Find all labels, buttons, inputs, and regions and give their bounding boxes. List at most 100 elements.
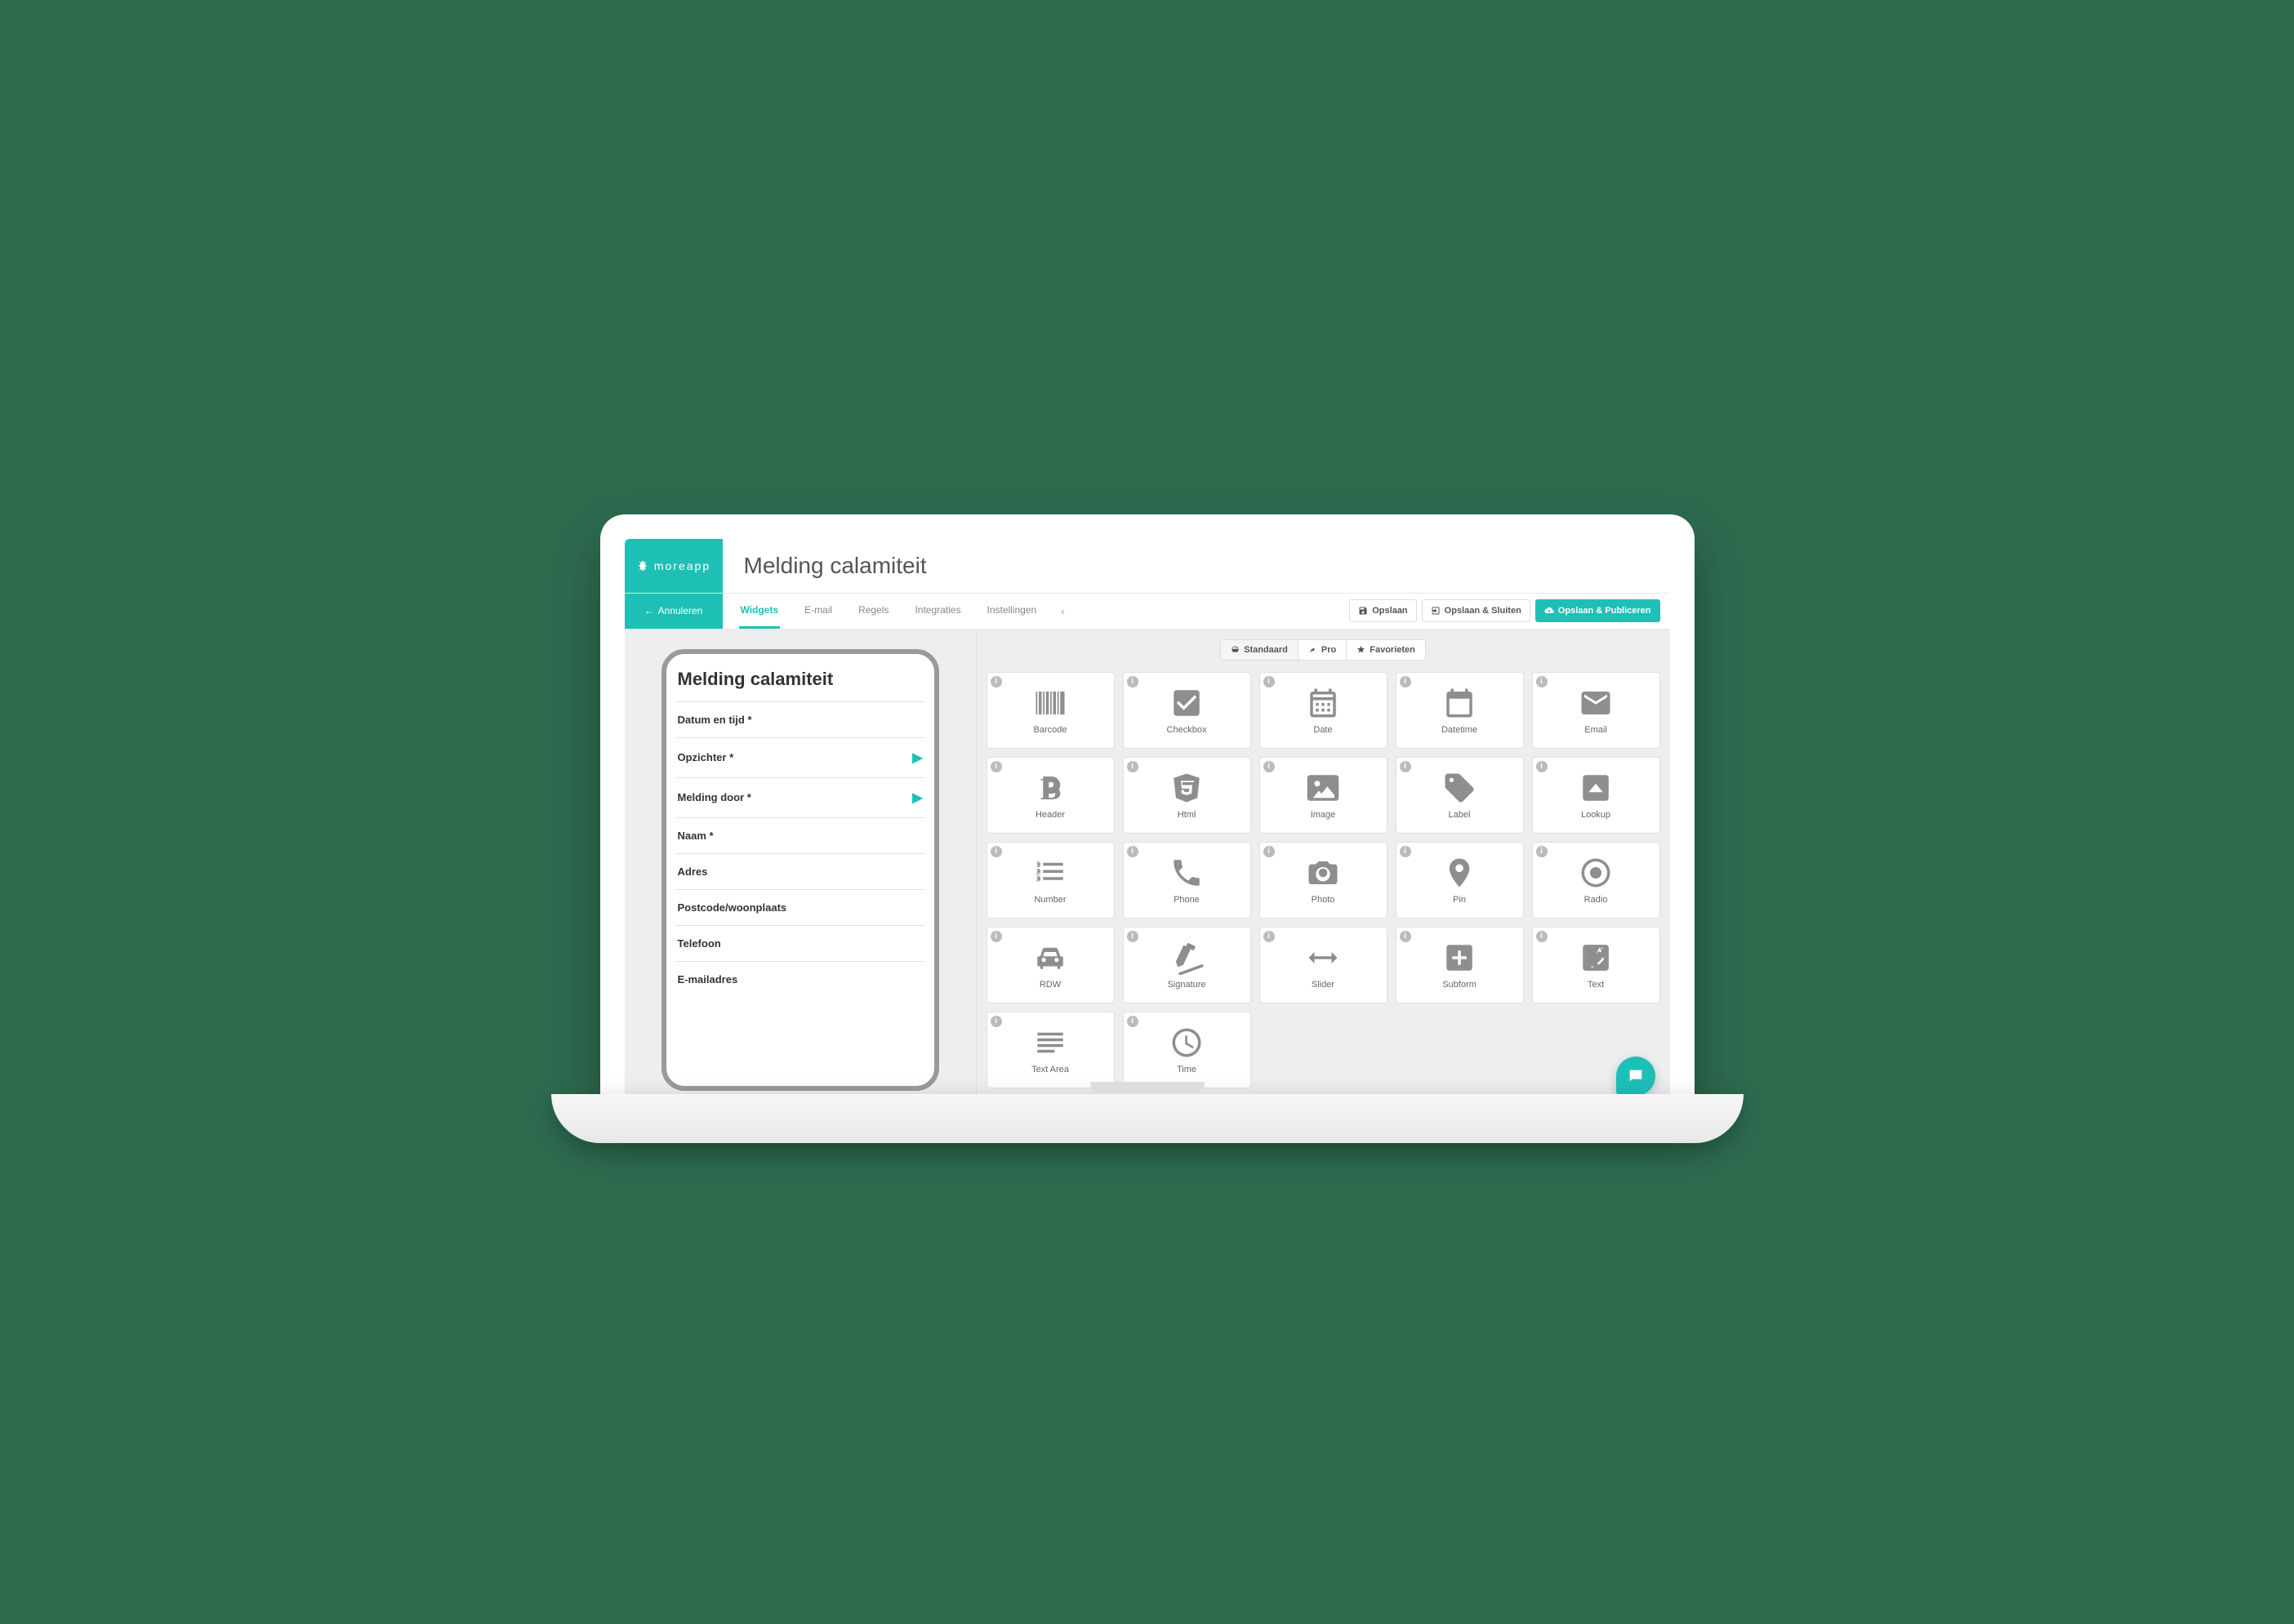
- html-icon: [1169, 771, 1204, 805]
- widget-lookup[interactable]: iLookup: [1532, 757, 1660, 834]
- widget-tab-standard[interactable]: Standaard: [1220, 639, 1298, 661]
- widget-rdw[interactable]: i RDW: [987, 927, 1115, 1003]
- cancel-label: Annuleren: [658, 605, 703, 616]
- page-title: Melding calamiteit: [723, 539, 1670, 593]
- save-publish-button[interactable]: Opslaan & Publiceren: [1535, 599, 1660, 622]
- preview-column: Melding calamiteit Datum en tijd *Opzich…: [625, 630, 976, 1110]
- info-icon[interactable]: i: [1536, 761, 1548, 772]
- widget-email[interactable]: i Email: [1532, 672, 1660, 749]
- info-icon[interactable]: i: [1263, 761, 1275, 772]
- rdw-icon: [1033, 941, 1067, 975]
- widget-number[interactable]: iNumber: [987, 842, 1115, 919]
- info-icon[interactable]: i: [1536, 846, 1548, 857]
- number-icon: [1033, 856, 1067, 890]
- info-icon[interactable]: i: [1263, 846, 1275, 857]
- chat-button[interactable]: [1616, 1057, 1655, 1096]
- widget-datetime[interactable]: iDatetime: [1396, 672, 1524, 749]
- info-icon[interactable]: i: [991, 846, 1002, 857]
- widget-tab-pro[interactable]: Pro: [1298, 639, 1347, 661]
- info-icon[interactable]: i: [1400, 931, 1411, 942]
- info-icon[interactable]: i: [991, 931, 1002, 942]
- tab-email[interactable]: E-mail: [803, 594, 834, 629]
- cancel-button[interactable]: ← Annuleren: [625, 594, 723, 629]
- widget-html[interactable]: iHtml: [1123, 757, 1251, 834]
- form-field[interactable]: Telefoon: [676, 925, 924, 961]
- brand-logo[interactable]: moreapp: [625, 539, 723, 593]
- widget-tab-pro-label: Pro: [1321, 645, 1336, 655]
- save-icon: [1358, 606, 1368, 616]
- info-icon[interactable]: i: [1400, 846, 1411, 857]
- topbar: moreapp Melding calamiteit: [625, 539, 1670, 594]
- form-field[interactable]: E-mailadres: [676, 961, 924, 997]
- widget-subform[interactable]: i Subform: [1396, 927, 1524, 1003]
- star-icon: [1356, 645, 1365, 654]
- header-icon: [1033, 771, 1067, 805]
- widget-text[interactable]: i Text: [1532, 927, 1660, 1003]
- info-icon[interactable]: i: [1127, 931, 1138, 942]
- widget-label: Radio: [1584, 895, 1608, 905]
- phone-icon: [1169, 856, 1204, 890]
- widget-pin[interactable]: i Pin: [1396, 842, 1524, 919]
- widget-label: Signature: [1167, 980, 1205, 990]
- tab-widgets[interactable]: Widgets: [739, 594, 781, 629]
- info-icon[interactable]: i: [1536, 931, 1548, 942]
- info-icon[interactable]: i: [1127, 676, 1138, 687]
- tabs-collapse-icon[interactable]: ‹: [1061, 605, 1064, 617]
- info-icon[interactable]: i: [991, 761, 1002, 772]
- info-icon[interactable]: i: [1127, 1016, 1138, 1027]
- info-icon[interactable]: i: [1127, 846, 1138, 857]
- save-close-button[interactable]: Opslaan & Sluiten: [1422, 599, 1530, 622]
- date-icon: [1306, 686, 1340, 720]
- form-field[interactable]: Datum en tijd *: [676, 701, 924, 737]
- info-icon[interactable]: i: [1127, 761, 1138, 772]
- tab-integrations[interactable]: Integraties: [913, 594, 962, 629]
- form-field[interactable]: Naam *: [676, 817, 924, 853]
- widget-label: Text: [1588, 980, 1604, 990]
- widget-tab-favorites[interactable]: Favorieten: [1347, 639, 1426, 661]
- form-field[interactable]: Opzichter *▶: [676, 737, 924, 777]
- field-label: Telefoon: [678, 937, 721, 950]
- widget-date[interactable]: i Date: [1259, 672, 1388, 749]
- widget-barcode[interactable]: iBarcode: [987, 672, 1115, 749]
- widget-category-tabs: Standaard Pro Favorieten: [987, 639, 1660, 661]
- widget-time[interactable]: iTime: [1123, 1012, 1251, 1088]
- chevron-right-icon: ▶: [912, 790, 922, 806]
- info-icon[interactable]: i: [1263, 931, 1275, 942]
- signature-icon: [1169, 941, 1204, 975]
- info-icon[interactable]: i: [991, 676, 1002, 687]
- widget-label: Pin: [1453, 895, 1466, 905]
- subform-icon: [1442, 941, 1477, 975]
- form-field[interactable]: Postcode/woonplaats: [676, 889, 924, 925]
- info-icon[interactable]: i: [1536, 676, 1548, 687]
- widget-label: Subform: [1442, 980, 1477, 990]
- form-field[interactable]: Melding door *▶: [676, 777, 924, 817]
- save-label: Opslaan: [1372, 606, 1407, 616]
- widget-image[interactable]: iImage: [1259, 757, 1388, 834]
- tab-settings[interactable]: Instellingen: [985, 594, 1038, 629]
- info-icon[interactable]: i: [991, 1016, 1002, 1027]
- field-label: Adres: [678, 865, 708, 878]
- info-icon[interactable]: i: [1400, 761, 1411, 772]
- field-label: Datum en tijd *: [678, 714, 752, 726]
- widget-signature[interactable]: i Signature: [1123, 927, 1251, 1003]
- laptop-notch: [1090, 1082, 1205, 1094]
- save-button[interactable]: Opslaan: [1349, 599, 1416, 622]
- widget-checkbox[interactable]: iCheckbox: [1123, 672, 1251, 749]
- widget-radio[interactable]: i Radio: [1532, 842, 1660, 919]
- widget-slider[interactable]: iSlider: [1259, 927, 1388, 1003]
- widget-label: Email: [1584, 725, 1607, 735]
- tab-rules[interactable]: Regels: [857, 594, 890, 629]
- widget-textarea[interactable]: iText Area: [987, 1012, 1115, 1088]
- form-field[interactable]: Adres: [676, 853, 924, 889]
- widget-phone[interactable]: i Phone: [1123, 842, 1251, 919]
- widget-label[interactable]: iLabel: [1396, 757, 1524, 834]
- widget-photo[interactable]: iPhoto: [1259, 842, 1388, 919]
- info-icon[interactable]: i: [1400, 676, 1411, 687]
- widget-label: Date: [1313, 725, 1332, 735]
- info-icon[interactable]: i: [1263, 676, 1275, 687]
- exit-icon: [1431, 606, 1441, 616]
- photo-icon: [1306, 856, 1340, 890]
- widget-header[interactable]: iHeader: [987, 757, 1115, 834]
- widget-label: Phone: [1174, 895, 1200, 905]
- widget-label: RDW: [1040, 980, 1061, 990]
